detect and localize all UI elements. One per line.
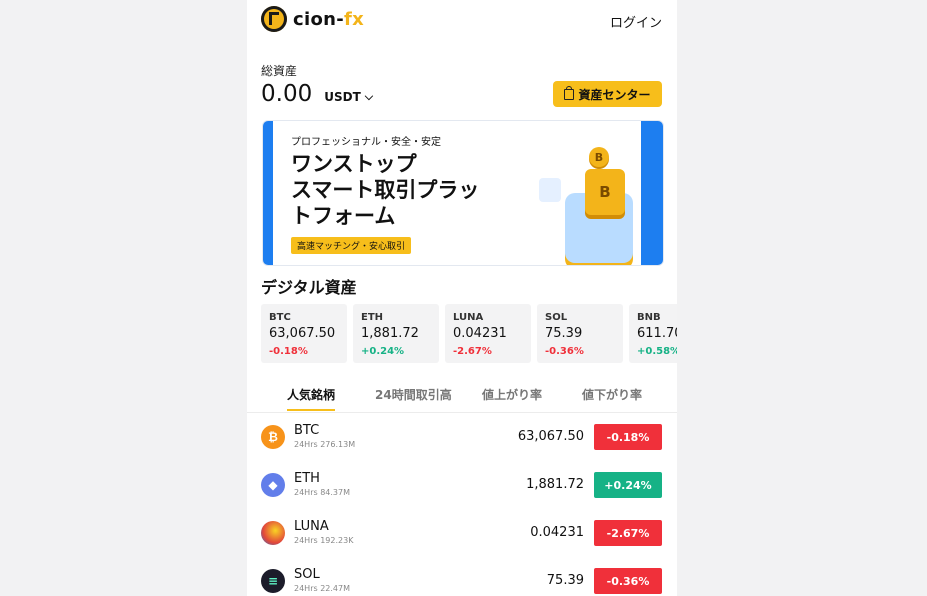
currency-label: USDT [324, 90, 361, 104]
total-assets-row: 0.00 USDT ⌵ [261, 81, 373, 107]
login-link[interactable]: ログイン [610, 12, 662, 31]
ticker-symbol: ETH [361, 312, 384, 323]
change-badge: +0.24% [594, 472, 662, 498]
market-symbol: BTC [294, 423, 320, 438]
ticker-change: -0.18% [269, 346, 308, 357]
tab-popular[interactable]: 人気銘柄 [287, 386, 335, 403]
luna-icon [261, 521, 285, 545]
banner-title: ワンストップ スマート取引プラッ トフォーム [291, 151, 479, 229]
ticker-price: 611.70 [637, 326, 677, 341]
market-price: 63,067.50 [517, 429, 584, 444]
market-symbol: ETH [294, 471, 320, 486]
market-row-sol[interactable]: ≡ SOL 24Hrs 22.47M 75.39 -0.36% [247, 557, 677, 596]
banner-edge-left [263, 121, 273, 265]
change-badge: -0.36% [594, 568, 662, 594]
ticker-card-bnb[interactable]: BNB 611.70 +0.58% [629, 304, 677, 363]
ticker-price: 0.04231 [453, 326, 507, 341]
banner-edge-right [641, 121, 663, 265]
chevron-down-icon: ⌵ [364, 90, 374, 103]
banner-subtitle-badge: 高速マッチング・安心取引 [291, 237, 412, 254]
ticker-price: 75.39 [545, 326, 583, 341]
market-row-btc[interactable]: ₿ BTC 24Hrs 276.13M 63,067.50 -0.18% [247, 413, 677, 461]
ticker-change: +0.58% [637, 346, 677, 357]
market-symbol: SOL [294, 567, 320, 582]
promo-banner[interactable]: プロフェッショナル・安全・安定 ワンストップ スマート取引プラッ トフォーム 高… [262, 120, 664, 266]
ticker-symbol: LUNA [453, 312, 484, 323]
total-assets-value: 0.00 [261, 81, 313, 107]
mobile-page: cion-fx ログイン 総資産 0.00 USDT ⌵ 資産センター プロフェ… [247, 0, 677, 596]
digital-assets-title: デジタル資産 [261, 278, 357, 297]
market-volume: 24Hrs 22.47M [294, 584, 350, 593]
market-row-luna[interactable]: LUNA 24Hrs 192.23K 0.04231 -2.67% [247, 509, 677, 557]
ticker-change: -2.67% [453, 346, 492, 357]
total-assets-label: 総資産 [261, 64, 298, 78]
gold-coin-card-icon: B [585, 169, 625, 215]
cion-fx-logo-icon [261, 6, 287, 32]
header: cion-fx ログイン [247, 0, 677, 40]
market-symbol: LUNA [294, 519, 329, 534]
market-list: ₿ BTC 24Hrs 276.13M 63,067.50 -0.18% ◆ E… [247, 413, 677, 596]
bitcoin-icon: ₿ [261, 425, 285, 449]
ticker-card-sol[interactable]: SOL 75.39 -0.36% [537, 304, 623, 363]
market-volume: 24Hrs 84.37M [294, 488, 350, 497]
market-volume: 24Hrs 192.23K [294, 536, 354, 545]
ticker-symbol: BNB [637, 312, 661, 323]
ticker-strip[interactable]: BTC 63,067.50 -0.18% ETH 1,881.72 +0.24%… [261, 304, 677, 363]
market-tabs: 人気銘柄 24時間取引高 値上がり率 値下がり率 [247, 378, 677, 413]
active-tab-indicator [287, 409, 335, 411]
ticker-symbol: BTC [269, 312, 291, 323]
logo[interactable]: cion-fx [261, 6, 364, 32]
change-badge: -2.67% [594, 520, 662, 546]
banner-tagline: プロフェッショナル・安全・安定 [291, 137, 441, 148]
market-price: 1,881.72 [526, 477, 584, 492]
ticker-change: -0.36% [545, 346, 584, 357]
change-badge: -0.18% [594, 424, 662, 450]
ticker-card-eth[interactable]: ETH 1,881.72 +0.24% [353, 304, 439, 363]
currency-selector[interactable]: USDT ⌵ [324, 90, 373, 104]
market-price: 75.39 [546, 573, 584, 588]
solana-icon: ≡ [261, 569, 285, 593]
market-volume: 24Hrs 276.13M [294, 440, 356, 449]
banner-title-line: スマート取引プラッ [291, 178, 480, 202]
ticker-change: +0.24% [361, 346, 405, 357]
banner-glow-shape [539, 178, 561, 202]
ticker-card-luna[interactable]: LUNA 0.04231 -2.67% [445, 304, 531, 363]
tab-24h-volume[interactable]: 24時間取引高 [375, 386, 452, 403]
ticker-symbol: SOL [545, 312, 568, 323]
tab-gainers[interactable]: 値上がり率 [482, 386, 542, 403]
coin-icon: B [589, 147, 609, 167]
ethereum-icon: ◆ [261, 473, 285, 497]
asset-center-button[interactable]: 資産センター [553, 81, 662, 107]
banner-title-line: ワンストップ [291, 152, 417, 176]
market-row-eth[interactable]: ◆ ETH 24Hrs 84.37M 1,881.72 +0.24% [247, 461, 677, 509]
ticker-price: 1,881.72 [361, 326, 419, 341]
banner-title-line: トフォーム [291, 204, 396, 228]
ticker-card-btc[interactable]: BTC 63,067.50 -0.18% [261, 304, 347, 363]
ticker-price: 63,067.50 [269, 326, 336, 341]
market-price: 0.04231 [530, 525, 584, 540]
asset-center-label: 資産センター [578, 87, 651, 102]
brand-name: cion-fx [293, 8, 365, 30]
tab-losers[interactable]: 値下がり率 [582, 386, 642, 403]
wallet-bag-icon [564, 85, 575, 100]
